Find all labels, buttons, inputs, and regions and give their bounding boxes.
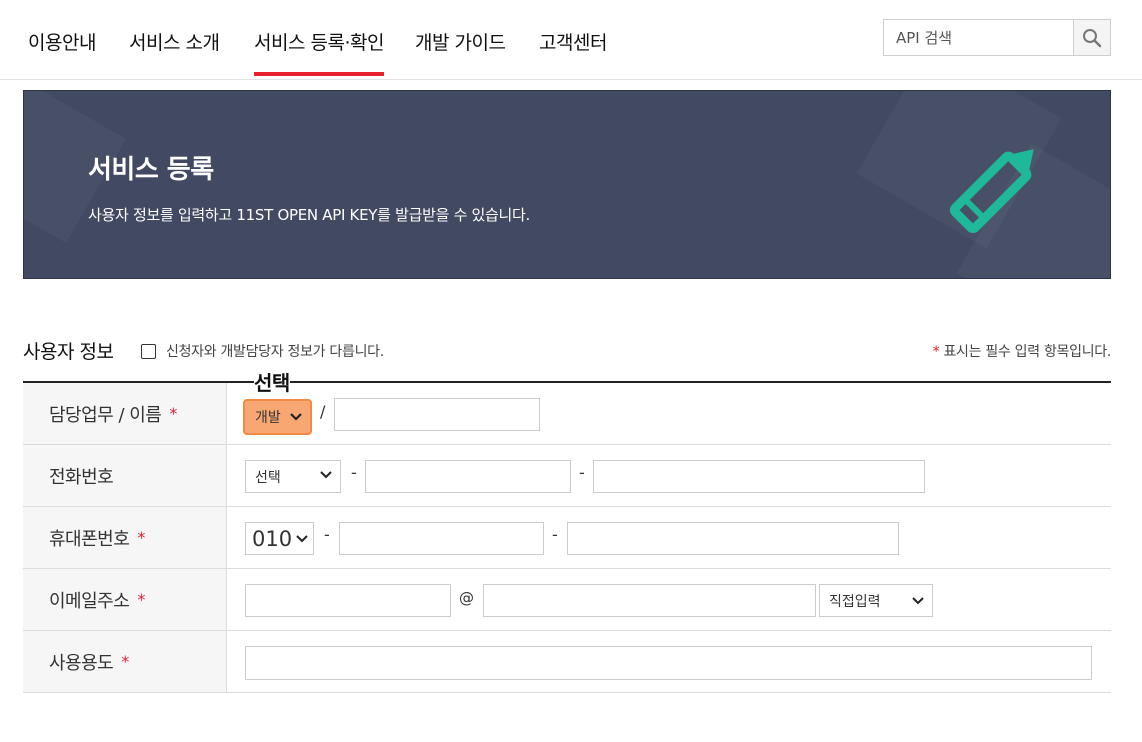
required-star: *: [137, 528, 145, 547]
usage-input[interactable]: [245, 646, 1092, 680]
form-row-job-name: 담당업무 / 이름 * 개발 /: [23, 383, 1111, 445]
different-developer-label: 신청자와 개발담당자 정보가 다릅니다.: [166, 344, 384, 360]
email-domain-select-value: 직접입력: [829, 593, 881, 610]
dash-separator: -: [579, 463, 585, 482]
search-icon: [1083, 28, 1102, 47]
mobile-middle-input[interactable]: [339, 522, 544, 555]
nav-item-customer-center[interactable]: 고객센터: [539, 28, 607, 55]
email-domain-select[interactable]: 직접입력: [819, 584, 933, 617]
nav-item-service-register[interactable]: 서비스 등록·확인: [254, 28, 384, 76]
phone-area-select-value: 선택: [255, 469, 281, 486]
row-label-text: 사용용도: [49, 652, 114, 674]
phone-area-select[interactable]: 선택: [245, 460, 341, 493]
required-star: *: [932, 344, 940, 360]
email-id-input[interactable]: [245, 584, 451, 617]
top-navigation: 이용안내 서비스 소개 서비스 등록·확인 개발 가이드 고객센터: [0, 0, 1142, 80]
dash-separator: -: [324, 525, 330, 544]
user-info-title: 사용자 정보: [23, 341, 114, 363]
nav-item-dev-guide[interactable]: 개발 가이드: [415, 28, 506, 55]
required-star: *: [121, 652, 129, 671]
banner-title: 서비스 등록: [88, 155, 214, 185]
name-input[interactable]: [334, 398, 540, 431]
row-label: 사용용도 *: [23, 631, 227, 692]
row-label-text: 이메일주소: [49, 590, 130, 612]
search-button[interactable]: [1073, 20, 1110, 55]
required-note-text: 표시는 필수 입력 항목입니다.: [943, 344, 1111, 360]
phone-middle-input[interactable]: [365, 460, 571, 493]
chevron-down-icon: [290, 413, 302, 421]
chevron-down-icon: [320, 471, 332, 479]
row-label-text: 담당업무 / 이름: [49, 404, 162, 426]
row-label: 담당업무 / 이름 *: [23, 383, 227, 444]
form-row-phone: 전화번호 선택 - -: [23, 445, 1111, 507]
job-select-value: 개발: [255, 410, 281, 426]
dash-separator: -: [552, 525, 558, 544]
api-search-box: [883, 19, 1111, 56]
different-developer-checkbox[interactable]: [141, 343, 156, 359]
phone-last-input[interactable]: [593, 460, 925, 493]
form-row-usage: 사용용도 *: [23, 631, 1111, 693]
row-label-text: 전화번호: [49, 466, 114, 488]
nav-item-service-intro[interactable]: 서비스 소개: [129, 28, 220, 55]
row-label: 휴대폰번호 *: [23, 507, 227, 568]
api-search-input[interactable]: [884, 20, 1074, 55]
nav-item-guide[interactable]: 이용안내: [28, 28, 96, 55]
email-domain-input[interactable]: [483, 584, 816, 617]
pencil-icon: [949, 149, 1034, 234]
slash-separator: /: [320, 402, 326, 421]
job-select[interactable]: 개발: [243, 399, 312, 435]
row-label: 이메일주소 *: [23, 569, 227, 630]
mobile-last-input[interactable]: [567, 522, 899, 555]
row-label-text: 휴대폰번호: [49, 528, 130, 550]
form-row-mobile: 휴대폰번호 * 010 - -: [23, 507, 1111, 569]
dash-separator: -: [351, 463, 357, 482]
callout-label: 선택: [254, 367, 290, 396]
chevron-down-icon: [296, 535, 308, 543]
different-developer-check[interactable]: 신청자와 개발담당자 정보가 다릅니다.: [141, 341, 384, 361]
required-star: *: [137, 590, 145, 609]
required-note: * 표시는 필수 입력 항목입니다.: [932, 341, 1112, 361]
chevron-down-icon: [912, 597, 924, 605]
form-row-email: 이메일주소 * @ 직접입력: [23, 569, 1111, 631]
mobile-prefix-select[interactable]: 010: [245, 522, 314, 555]
user-info-form: 담당업무 / 이름 * 개발 / 전화번호 선택 - - 휴대폰번호 * 010: [23, 381, 1111, 693]
required-star: *: [169, 404, 177, 423]
at-sign: @: [459, 589, 474, 607]
banner-description: 사용자 정보를 입력하고 11ST OPEN API KEY를 발급받을 수 있…: [88, 206, 531, 224]
service-register-banner: 서비스 등록 사용자 정보를 입력하고 11ST OPEN API KEY를 발…: [23, 90, 1111, 279]
row-label: 전화번호: [23, 445, 227, 506]
mobile-prefix-value: 010: [252, 526, 293, 551]
